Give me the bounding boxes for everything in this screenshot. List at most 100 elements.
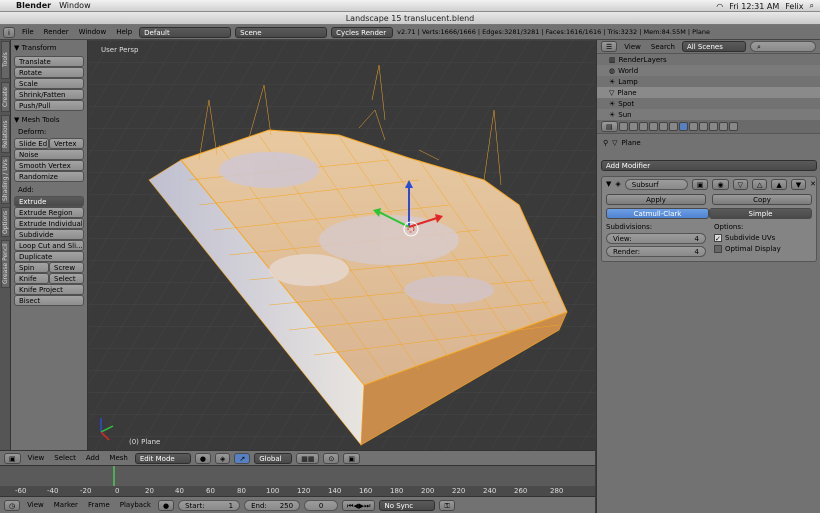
render-levels-field[interactable]: Render: 4 [606, 246, 706, 257]
add-modifier-dropdown[interactable]: Add Modifier [601, 160, 817, 171]
collapse-icon[interactable]: ▼ [606, 180, 611, 188]
tab-create[interactable]: Create [1, 82, 10, 112]
shading-button[interactable]: ● [194, 452, 211, 464]
playback-controls[interactable]: ⏮◀▶⏭ [342, 499, 376, 511]
pin-icon[interactable]: ⚲ [603, 139, 608, 147]
pivot-button[interactable]: ◈ [214, 452, 231, 464]
app-menu[interactable]: Blender [16, 1, 51, 10]
smooth-vertex-button[interactable]: Smooth Vertex [14, 160, 84, 171]
extrude-region-button[interactable]: Extrude Region [14, 207, 84, 218]
menu-help[interactable]: Help [116, 28, 132, 36]
extrude-individual-button[interactable]: Extrude Individual [14, 218, 84, 229]
menu-mesh[interactable]: Mesh [109, 454, 127, 462]
extrude-dropdown[interactable]: Extrude [14, 196, 84, 207]
noise-button[interactable]: Noise [14, 149, 84, 160]
layout-dropdown[interactable]: Default [139, 26, 232, 38]
menu-render[interactable]: Render [44, 28, 69, 36]
timeline-area[interactable] [0, 466, 595, 486]
data-tab-icon[interactable] [688, 122, 698, 131]
menu-view[interactable]: View [28, 454, 45, 462]
editor-type-button[interactable]: ▤ [601, 121, 618, 132]
outliner-search-input[interactable]: ⌕ [749, 41, 816, 52]
mesh-tools-panel-header[interactable]: ▼ Mesh Tools [14, 116, 84, 124]
randomize-button[interactable]: Randomize [14, 171, 84, 182]
subdivide-uvs-checkbox[interactable]: ✓ Subdivide UVs [714, 234, 781, 243]
simple-button[interactable]: Simple [709, 208, 812, 219]
mode-dropdown[interactable]: Edit Mode [134, 452, 191, 464]
end-frame-field[interactable]: End: 250 [244, 499, 301, 511]
keying-button[interactable]: ⚿ [439, 499, 455, 511]
outliner-item-sun[interactable]: ☀ Sun [597, 109, 820, 120]
copy-button[interactable]: Copy [712, 194, 812, 205]
scale-button[interactable]: Scale [14, 78, 84, 89]
3d-viewport[interactable]: User Persp (0) Plane [89, 40, 595, 450]
menu-add[interactable]: Add [86, 454, 100, 462]
move-down-icon[interactable]: ▼ [790, 178, 807, 190]
particles-tab-icon[interactable] [718, 122, 728, 131]
menu-marker[interactable]: Marker [54, 501, 78, 509]
menu-frame[interactable]: Frame [88, 501, 110, 509]
select-button[interactable]: Select [49, 273, 84, 284]
world-tab-icon[interactable] [648, 122, 658, 131]
move-up-icon[interactable]: ▲ [771, 178, 787, 190]
editor-type-button[interactable]: ◷ [4, 499, 21, 511]
loop-cut-button[interactable]: Loop Cut and Sli... [14, 240, 84, 251]
wifi-icon[interactable]: ◠ [716, 2, 723, 11]
clock[interactable]: Fri 12:31 AM [729, 2, 779, 11]
catmull-clark-button[interactable]: Catmull-Clark [606, 208, 709, 219]
menu-view[interactable]: View [27, 501, 44, 509]
shrink-fatten-button[interactable]: Shrink/Fatten [14, 89, 84, 100]
push-pull-button[interactable]: Push/Pull [14, 100, 84, 111]
checkbox-unchecked[interactable] [714, 245, 722, 253]
scene-tab-icon[interactable] [638, 122, 648, 131]
vertex-button[interactable]: Vertex [49, 138, 84, 149]
viewport-canvas[interactable] [89, 40, 595, 450]
record-button[interactable]: ● [157, 499, 175, 511]
optimal-display-checkbox[interactable]: Optimal Display [714, 245, 781, 253]
scenes-dropdown[interactable]: All Scenes [681, 41, 746, 52]
editmode-toggle-icon[interactable]: ▽ [732, 178, 748, 190]
cage-toggle-icon[interactable]: △ [751, 178, 768, 190]
knife-project-button[interactable]: Knife Project [14, 284, 84, 295]
sync-dropdown[interactable]: No Sync [379, 499, 436, 511]
current-frame-field[interactable]: 0 [304, 499, 339, 511]
menu-playback[interactable]: Playback [120, 501, 151, 509]
snap-button[interactable]: ⊙ [323, 452, 340, 464]
object-tab-icon[interactable] [658, 122, 668, 131]
checkbox-checked[interactable]: ✓ [714, 234, 722, 243]
tab-relations[interactable]: Relations [1, 115, 10, 153]
editor-type-button[interactable]: ▣ [4, 452, 21, 464]
translate-button[interactable]: Translate [14, 56, 84, 67]
screw-button[interactable]: Screw [49, 262, 84, 273]
layers-tab-icon[interactable] [628, 122, 638, 131]
outliner-item-spot[interactable]: ☀ Spot [597, 98, 820, 109]
user-name[interactable]: Felix [785, 2, 803, 11]
transform-panel-header[interactable]: ▼ Transform [14, 44, 84, 52]
texture-tab-icon[interactable] [708, 122, 718, 131]
constraints-tab-icon[interactable] [668, 122, 678, 131]
menu-select[interactable]: Select [54, 454, 76, 462]
outliner-item-plane[interactable]: ▽ Plane [597, 87, 820, 98]
render-button[interactable]: ▣ [343, 452, 360, 464]
editor-type-button[interactable]: i [3, 26, 15, 38]
start-frame-field[interactable]: Start: 1 [178, 499, 241, 511]
menu-file[interactable]: File [22, 28, 34, 36]
tab-shading[interactable]: Shading / UVs [1, 156, 10, 204]
physics-tab-icon[interactable] [728, 122, 738, 131]
spotlight-icon[interactable]: ⌕ [810, 1, 814, 11]
modifiers-tab-icon[interactable] [678, 122, 688, 131]
outliner-item-renderlayers[interactable]: ▥ RenderLayers [597, 54, 820, 65]
engine-dropdown[interactable]: Cycles Render [331, 26, 394, 38]
tab-grease-pencil[interactable]: Grease Pencil [1, 240, 10, 288]
outliner-item-world[interactable]: ◍ World [597, 65, 820, 76]
viewport-toggle-icon[interactable]: ◉ [712, 178, 729, 190]
subdivide-button[interactable]: Subdivide [14, 229, 84, 240]
manipulator-button[interactable]: ↗ [234, 452, 251, 464]
timeline[interactable]: -60 -40 -20 0 20 40 60 80 100 120 140 16… [0, 465, 595, 497]
menu-view[interactable]: View [624, 43, 641, 51]
orientation-dropdown[interactable]: Global [254, 452, 293, 464]
material-tab-icon[interactable] [698, 122, 708, 131]
menu-window[interactable]: Window [59, 1, 91, 10]
apply-button[interactable]: Apply [606, 194, 706, 205]
bisect-button[interactable]: Bisect [14, 295, 84, 306]
